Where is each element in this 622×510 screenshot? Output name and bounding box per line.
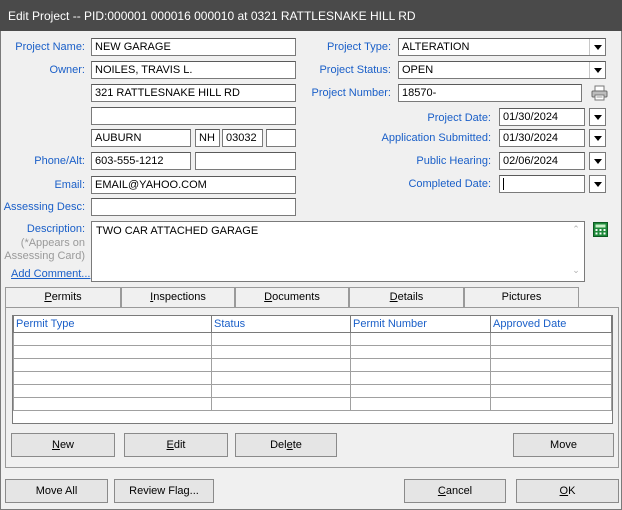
add-comment-link[interactable]: Add Comment... (11, 268, 90, 280)
move-permit-button[interactable]: Move (513, 433, 614, 457)
zip-field[interactable]: 03032 (222, 129, 263, 147)
address-line2-field[interactable] (91, 107, 296, 125)
description-label: Description: (26, 223, 85, 235)
project-type-label: Project Type: (327, 41, 391, 53)
completed-date-dropdown[interactable] (589, 175, 606, 193)
project-status-label: Project Status: (319, 64, 391, 76)
table-row[interactable] (13, 396, 612, 411)
chevron-down-icon (593, 114, 602, 120)
description-note-2: Assessing Card) (4, 250, 85, 262)
project-type-select[interactable]: ALTERATION (398, 38, 606, 56)
project-type-value: ALTERATION (402, 41, 470, 53)
city-field[interactable]: AUBURN (91, 129, 191, 147)
zip-ext-field[interactable] (266, 129, 296, 147)
delete-permit-button[interactable]: Delete (235, 433, 337, 457)
ok-button[interactable]: OK (516, 479, 619, 503)
description-textarea[interactable]: TWO CAR ATTACHED GARAGE ⌃ ⌄ (91, 221, 585, 282)
public-hearing-dropdown[interactable] (589, 152, 606, 170)
review-flag-button[interactable]: Review Flag... (114, 479, 214, 503)
calculator-icon[interactable] (593, 222, 608, 237)
tab-strip: Permits Inspections Documents Details Pi… (5, 287, 619, 308)
project-date-dropdown[interactable] (589, 108, 606, 126)
application-submitted-label: Application Submitted: (381, 132, 491, 144)
project-date-field[interactable]: 01/30/2024 (499, 108, 585, 126)
table-row[interactable] (13, 344, 612, 359)
owner-label: Owner: (49, 64, 85, 76)
new-permit-button[interactable]: New (11, 433, 115, 457)
phone-label: Phone/Alt: (34, 155, 85, 167)
application-submitted-dropdown[interactable] (589, 129, 606, 147)
chevron-down-icon[interactable] (589, 39, 605, 55)
chevron-down-icon (593, 158, 602, 164)
tab-inspections[interactable]: Inspections (121, 287, 235, 307)
permits-grid[interactable]: Permit Type Status Permit Number Approve… (12, 315, 613, 424)
email-field[interactable]: EMAIL@YAHOO.COM (91, 176, 296, 194)
project-name-label: Project Name: (15, 41, 85, 53)
assessing-desc-label: Assessing Desc: (3, 201, 85, 213)
chevron-down-icon[interactable] (589, 62, 605, 78)
tab-pictures[interactable]: Pictures (464, 287, 579, 307)
tab-documents[interactable]: Documents (235, 287, 349, 307)
table-row[interactable] (13, 383, 612, 398)
column-header-approved-date[interactable]: Approved Date (490, 316, 612, 333)
table-row[interactable] (13, 370, 612, 385)
project-number-field[interactable]: 18570- (398, 84, 582, 102)
scroll-down-icon[interactable]: ⌄ (568, 265, 584, 276)
state-field[interactable]: NH (195, 129, 220, 147)
window-title: Edit Project -- PID:000001 000016 000010… (0, 0, 622, 31)
public-hearing-label: Public Hearing: (416, 155, 491, 167)
tab-details[interactable]: Details (349, 287, 464, 307)
column-header-permit-type[interactable]: Permit Type (13, 316, 212, 333)
move-all-button[interactable]: Move All (5, 479, 108, 503)
project-status-value: OPEN (402, 64, 434, 76)
application-submitted-field[interactable]: 01/30/2024 (499, 129, 585, 147)
description-scrollbar[interactable]: ⌃ ⌄ (568, 222, 584, 281)
column-header-permit-number[interactable]: Permit Number (350, 316, 491, 333)
column-header-status[interactable]: Status (211, 316, 351, 333)
phone-alt-field[interactable] (195, 152, 296, 170)
assessing-desc-field[interactable] (91, 198, 296, 216)
edit-project-dialog: Project Name: NEW GARAGE Owner: NOILES, … (0, 31, 622, 510)
tab-permits[interactable]: Permits (5, 287, 121, 308)
description-text: TWO CAR ATTACHED GARAGE (96, 225, 259, 237)
project-status-select[interactable]: OPEN (398, 61, 606, 79)
phone-field[interactable]: 603-555-1212 (91, 152, 191, 170)
printer-icon[interactable] (591, 85, 608, 101)
edit-permit-button[interactable]: Edit (124, 433, 228, 457)
cancel-button[interactable]: Cancel (404, 479, 506, 503)
email-label: Email: (54, 179, 85, 191)
scroll-up-icon[interactable]: ⌃ (568, 224, 584, 235)
project-name-field[interactable]: NEW GARAGE (91, 38, 296, 56)
table-row[interactable] (13, 331, 612, 346)
chevron-down-icon (593, 135, 602, 141)
completed-date-label: Completed Date: (408, 178, 491, 190)
chevron-down-icon (593, 181, 602, 187)
address-line1-field[interactable]: 321 RATTLESNAKE HILL RD (91, 84, 296, 102)
project-number-label: Project Number: (311, 87, 391, 99)
permits-tab-panel: Permit Type Status Permit Number Approve… (5, 307, 619, 468)
text-cursor (503, 178, 504, 191)
description-note-1: (*Appears on (20, 237, 85, 249)
project-date-label: Project Date: (427, 112, 491, 124)
completed-date-field[interactable] (499, 175, 585, 193)
table-row[interactable] (13, 357, 612, 372)
public-hearing-field[interactable]: 02/06/2024 (499, 152, 585, 170)
owner-field[interactable]: NOILES, TRAVIS L. (91, 61, 296, 79)
